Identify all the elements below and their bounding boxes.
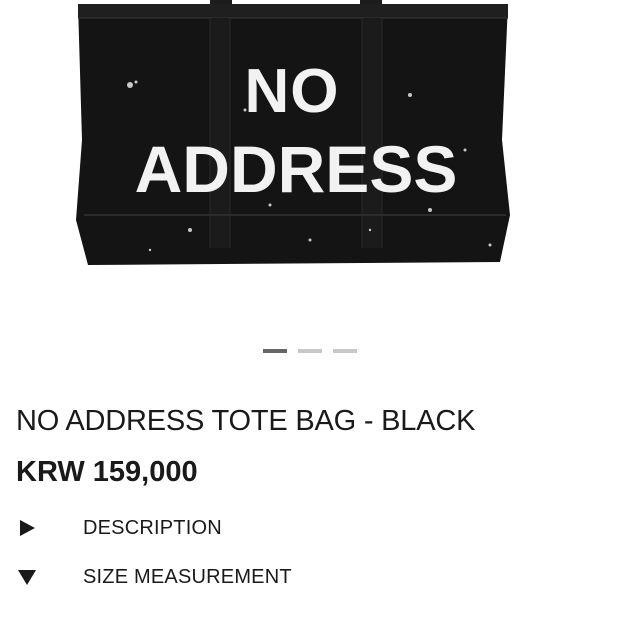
- tote-bag-illustration: NO ADDRESS: [76, 0, 510, 265]
- caret-down-icon: [16, 566, 38, 588]
- bag-text-line2: ADDRESS: [135, 132, 458, 206]
- product-price: KRW 159,000: [16, 456, 198, 488]
- description-toggle[interactable]: DESCRIPTION: [16, 514, 596, 542]
- bag-text-line1: NO: [245, 57, 340, 126]
- carousel-indicator: [0, 349, 620, 355]
- product-page: NO ADDRESS NO ADDRESS TOTE BAG - BLACK K…: [0, 0, 620, 620]
- size-measurement-label: SIZE MEASUREMENT: [83, 565, 292, 588]
- description-label: DESCRIPTION: [83, 516, 222, 539]
- product-title: NO ADDRESS TOTE BAG - BLACK: [16, 405, 476, 437]
- carousel-dot-3[interactable]: [333, 349, 357, 353]
- caret-right-icon: [16, 517, 38, 539]
- carousel-dot-2[interactable]: [298, 349, 322, 353]
- size-measurement-toggle[interactable]: SIZE MEASUREMENT: [16, 563, 596, 591]
- product-image[interactable]: NO ADDRESS: [70, 0, 515, 275]
- carousel-dot-1[interactable]: [263, 349, 287, 353]
